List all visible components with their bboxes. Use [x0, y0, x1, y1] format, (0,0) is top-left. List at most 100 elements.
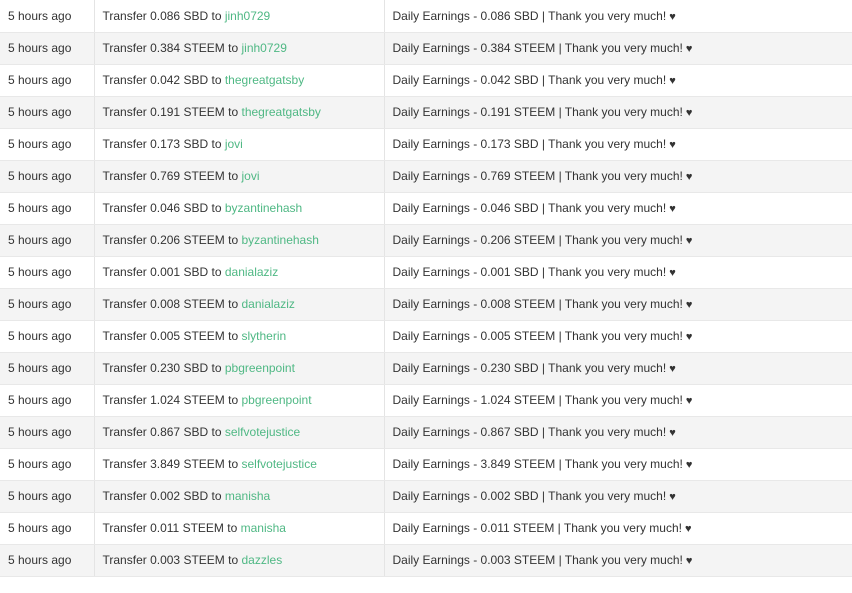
timestamp: 5 hours ago [8, 8, 72, 23]
transfer-description: Transfer 0.769 STEEM to jovi [94, 160, 385, 193]
heart-icon: ♥ [684, 523, 692, 535]
memo-text: Daily Earnings - 0.011 STEEM | Thank you… [392, 521, 682, 535]
to-word: to [228, 329, 239, 343]
recipient-account-link[interactable]: thegreatgatsby [225, 73, 304, 87]
transfer-memo: Daily Earnings - 0.008 STEEM | Thank you… [384, 288, 852, 321]
transfer-amount: 0.008 [150, 297, 181, 311]
transfer-description: Transfer 3.849 STEEM to selfvotejustice [94, 448, 385, 481]
memo-text: Daily Earnings - 0.003 STEEM | Thank you… [392, 553, 683, 567]
transfer-memo: Daily Earnings - 0.230 SBD | Thank you v… [384, 352, 852, 385]
to-word: to [211, 137, 222, 151]
table-row: 5 hours ago Transfer 0.230 SBD to pbgree… [0, 352, 852, 385]
recipient-account-link[interactable]: jinh0729 [242, 41, 287, 55]
transfer-amount: 0.002 [150, 489, 181, 503]
to-word: to [228, 393, 239, 407]
recipient-account-link[interactable]: manisha [225, 489, 270, 503]
recipient-account-link[interactable]: jovi [225, 137, 243, 151]
transfer-currency: STEEM [183, 169, 225, 183]
transfer-currency: STEEM [183, 329, 225, 343]
transfer-amount: 0.086 [150, 8, 181, 23]
transfer-currency: STEEM [183, 105, 225, 119]
timestamp: 5 hours ago [8, 489, 72, 503]
to-word: to [228, 553, 239, 567]
heart-icon: ♥ [669, 267, 676, 279]
timestamp: 5 hours ago [8, 201, 72, 215]
transfer-memo: Daily Earnings - 0.046 SBD | Thank you v… [384, 192, 852, 225]
transfer-description: Transfer 0.086 SBD to jinh0729 [94, 0, 385, 33]
recipient-account-link[interactable]: slytherin [242, 329, 287, 343]
transfer-word: Transfer [102, 297, 147, 311]
table-row: 5 hours ago Transfer 0.086 SBD to jinh07… [0, 0, 852, 33]
transfer-description: Transfer 0.005 STEEM to slytherin [94, 320, 385, 353]
heart-icon: ♥ [669, 10, 676, 23]
recipient-account-link[interactable]: jovi [242, 169, 260, 183]
table-row: 5 hours ago Transfer 3.849 STEEM to self… [0, 448, 852, 481]
transfer-description: Transfer 0.003 STEEM to dazzles [94, 544, 385, 577]
table-row: 5 hours ago Transfer 0.191 STEEM to theg… [0, 96, 852, 129]
memo-text: Daily Earnings - 0.086 SBD | Thank you v… [392, 8, 667, 23]
transfer-description: Transfer 0.042 SBD to thegreatgatsby [94, 64, 385, 97]
transfer-time: 5 hours ago [0, 416, 95, 449]
transfer-description: Transfer 0.002 SBD to manisha [94, 480, 385, 513]
recipient-account-link[interactable]: manisha [241, 521, 286, 535]
transfer-currency: SBD [183, 265, 209, 279]
heart-icon: ♥ [669, 491, 676, 503]
transfer-memo: Daily Earnings - 0.042 SBD | Thank you v… [384, 64, 852, 97]
recipient-account-link[interactable]: pbgreenpoint [225, 361, 295, 375]
transfer-word: Transfer [102, 41, 147, 55]
heart-icon: ♥ [669, 203, 676, 215]
table-row: 5 hours ago Transfer 0.002 SBD to manish… [0, 480, 852, 513]
timestamp: 5 hours ago [8, 361, 72, 375]
heart-icon: ♥ [669, 75, 676, 87]
memo-text: Daily Earnings - 0.008 STEEM | Thank you… [392, 297, 683, 311]
recipient-account-link[interactable]: byzantinehash [225, 201, 302, 215]
to-word: to [211, 265, 222, 279]
memo-text: Daily Earnings - 0.173 SBD | Thank you v… [392, 137, 667, 151]
table-row: 5 hours ago Transfer 0.046 SBD to byzant… [0, 192, 852, 225]
heart-icon: ♥ [685, 43, 693, 55]
transfer-time: 5 hours ago [0, 544, 95, 577]
recipient-account-link[interactable]: jinh0729 [225, 9, 270, 23]
recipient-account-link[interactable]: selfvotejustice [242, 457, 317, 471]
transfer-currency: SBD [183, 8, 209, 23]
transfer-word: Transfer [102, 105, 147, 119]
heart-icon: ♥ [669, 139, 676, 151]
recipient-account-link[interactable]: thegreatgatsby [242, 105, 321, 119]
transfer-amount: 0.191 [150, 105, 181, 119]
recipient-account-link[interactable]: dazzles [242, 553, 283, 567]
recipient-account-link[interactable]: danialaziz [225, 265, 278, 279]
transfer-word: Transfer [102, 169, 147, 183]
recipient-account-link[interactable]: byzantinehash [242, 233, 319, 247]
transfer-amount: 0.003 [150, 553, 181, 567]
table-row: 5 hours ago Transfer 0.005 STEEM to slyt… [0, 320, 852, 353]
transfer-time: 5 hours ago [0, 256, 95, 289]
transfer-memo: Daily Earnings - 0.173 SBD | Thank you v… [384, 128, 852, 161]
transfer-time: 5 hours ago [0, 384, 95, 417]
transfer-word: Transfer [102, 233, 147, 247]
memo-text: Daily Earnings - 0.002 SBD | Thank you v… [392, 489, 667, 503]
transfer-word: Transfer [102, 8, 147, 23]
recipient-account-link[interactable]: selfvotejustice [225, 425, 300, 439]
transfer-memo: Daily Earnings - 0.001 SBD | Thank you v… [384, 256, 852, 289]
timestamp: 5 hours ago [8, 105, 72, 119]
transfer-amount: 0.206 [150, 233, 181, 247]
transfer-amount: 3.849 [150, 457, 181, 471]
recipient-account-link[interactable]: pbgreenpoint [242, 393, 312, 407]
transfer-time: 5 hours ago [0, 64, 95, 97]
transfer-memo: Daily Earnings - 3.849 STEEM | Thank you… [384, 448, 852, 481]
timestamp: 5 hours ago [8, 329, 72, 343]
transfer-memo: Daily Earnings - 0.002 SBD | Thank you v… [384, 480, 852, 513]
transfer-amount: 0.001 [150, 265, 181, 279]
transfer-memo: Daily Earnings - 0.191 STEEM | Thank you… [384, 96, 852, 129]
transfer-time: 5 hours ago [0, 32, 95, 65]
timestamp: 5 hours ago [8, 521, 72, 535]
to-word: to [211, 361, 222, 375]
timestamp: 5 hours ago [8, 457, 72, 471]
transfer-amount: 0.046 [150, 201, 181, 215]
recipient-account-link[interactable]: danialaziz [242, 297, 295, 311]
transfer-word: Transfer [102, 489, 147, 503]
heart-icon: ♥ [685, 171, 693, 183]
timestamp: 5 hours ago [8, 169, 72, 183]
to-word: to [211, 8, 222, 23]
transfer-amount: 0.011 [150, 521, 180, 535]
